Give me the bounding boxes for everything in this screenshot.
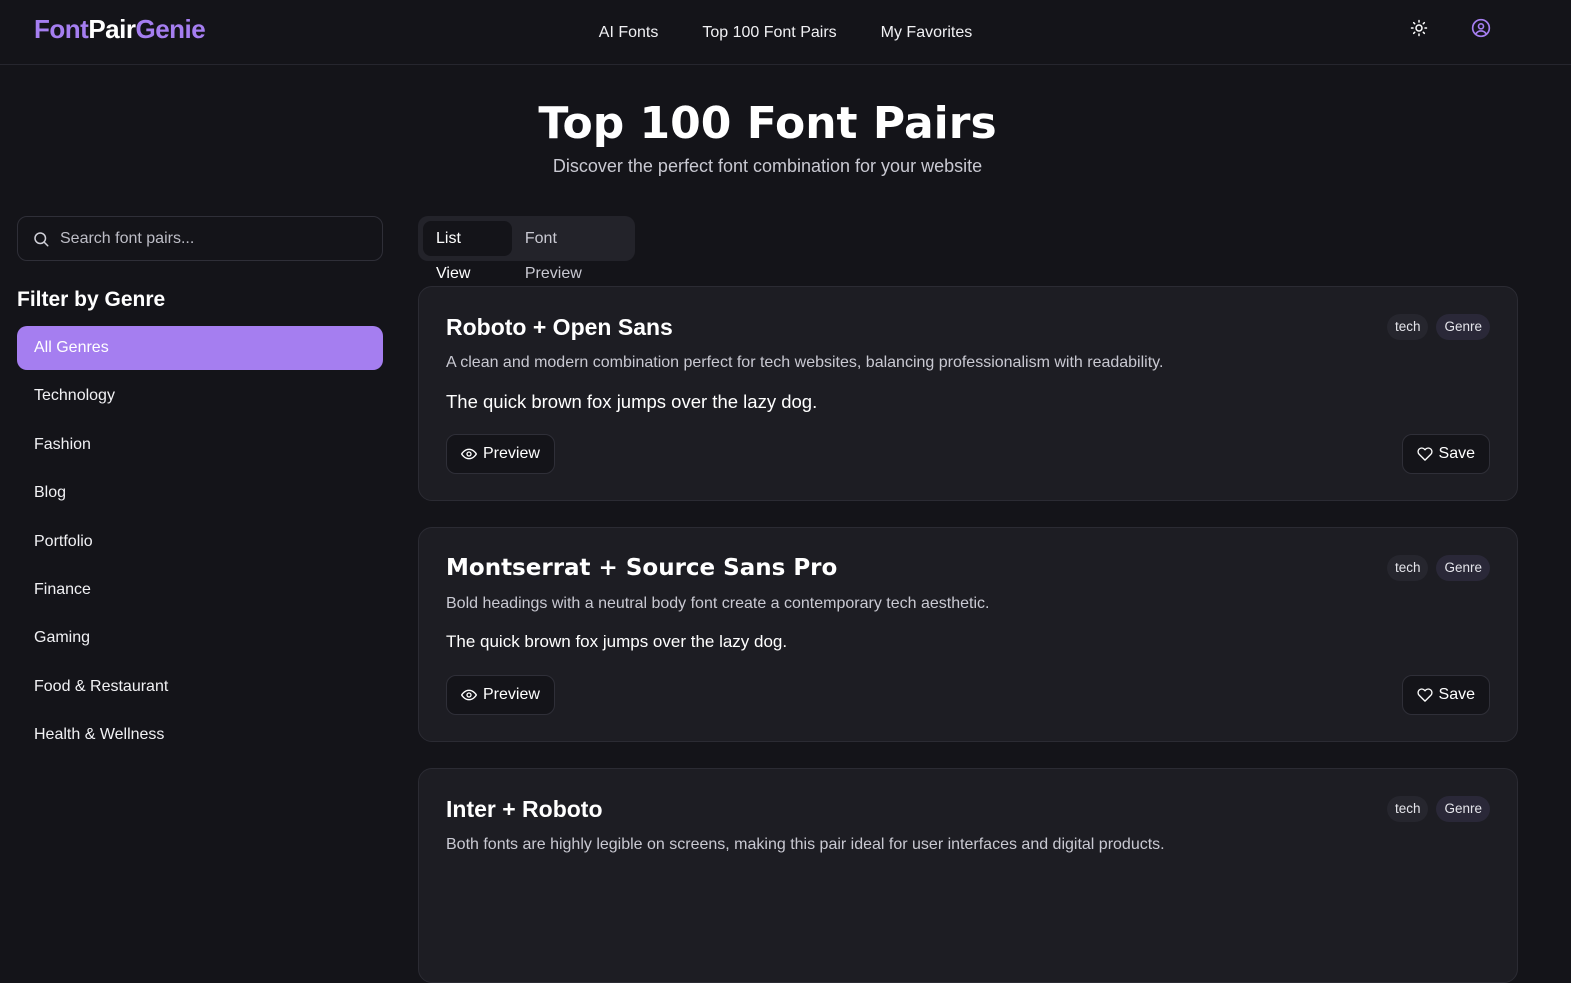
genre-blog[interactable]: Blog: [17, 471, 383, 515]
tab-list-view[interactable]: List View: [423, 221, 512, 282]
genre-fashion[interactable]: Fashion: [17, 423, 383, 467]
font-pair-name: Roboto + Open Sans: [446, 314, 673, 340]
heart-icon: [1416, 446, 1433, 462]
font-pair-card: Montserrat + Source Sans Pro tech Genre …: [418, 527, 1518, 742]
font-pair-card: Inter + Roboto tech Genre Both fonts are…: [418, 768, 1518, 983]
font-pair-card: Roboto + Open Sans tech Genre A clean an…: [418, 286, 1518, 501]
genre-badge: Genre: [1436, 796, 1490, 822]
tag-badge: tech: [1386, 555, 1429, 581]
logo-part-font: Font: [34, 14, 89, 44]
preview-button[interactable]: Preview: [446, 434, 555, 474]
save-button[interactable]: Save: [1401, 434, 1490, 474]
save-button[interactable]: Save: [1401, 675, 1490, 715]
search-input[interactable]: [60, 229, 382, 248]
genre-list: All Genres Technology Fashion Blog Portf…: [17, 326, 383, 762]
user-circle-icon[interactable]: [1470, 17, 1492, 39]
tag-badge: tech: [1386, 314, 1429, 340]
save-label: Save: [1438, 445, 1475, 462]
genre-badge: Genre: [1436, 314, 1490, 340]
filter-title: Filter by Genre: [17, 288, 166, 311]
genre-health-wellness[interactable]: Health & Wellness: [17, 713, 383, 757]
eye-icon: [461, 687, 477, 703]
heart-icon: [1416, 687, 1433, 703]
font-pair-name: Inter + Roboto: [446, 796, 603, 822]
eye-icon: [461, 446, 477, 462]
logo[interactable]: FontPairGenie: [34, 14, 206, 45]
page-title: Top 100 Font Pairs: [538, 98, 997, 149]
nav-ai-fonts[interactable]: AI Fonts: [599, 24, 659, 42]
tag-badge: tech: [1386, 796, 1429, 822]
genre-finance[interactable]: Finance: [17, 568, 383, 612]
tag-list: tech Genre: [1386, 555, 1490, 581]
font-pair-description: Both fonts are highly legible on screens…: [446, 836, 1165, 853]
search-icon: [32, 230, 50, 248]
preview-label: Preview: [483, 686, 540, 703]
genre-all[interactable]: All Genres: [17, 326, 383, 370]
sun-icon[interactable]: [1408, 17, 1430, 39]
genre-gaming[interactable]: Gaming: [17, 616, 383, 660]
logo-part-genie: Genie: [135, 14, 206, 44]
preview-label: Preview: [483, 445, 540, 462]
view-toggle: List View Font Preview: [418, 216, 635, 282]
logo-part-pair: Pair: [88, 14, 136, 44]
nav-favorites[interactable]: My Favorites: [881, 24, 973, 42]
tag-list: tech Genre: [1386, 796, 1490, 822]
font-pair-name: Montserrat + Source Sans Pro: [446, 555, 838, 581]
genre-portfolio[interactable]: Portfolio: [17, 520, 383, 564]
nav-top-100[interactable]: Top 100 Font Pairs: [702, 24, 836, 42]
top-header: FontPairGenie AI Fonts Top 100 Font Pair…: [0, 0, 1571, 65]
font-pair-sample: The quick brown fox jumps over the lazy …: [446, 391, 818, 412]
tab-font-preview[interactable]: Font Preview: [512, 221, 630, 282]
save-label: Save: [1438, 686, 1475, 703]
genre-technology[interactable]: Technology: [17, 374, 383, 418]
preview-button[interactable]: Preview: [446, 675, 555, 715]
font-pair-sample: The quick brown fox jumps over the lazy …: [446, 632, 788, 651]
page-subtitle: Discover the perfect font combination fo…: [552, 156, 983, 176]
tag-list: tech Genre: [1386, 314, 1490, 340]
genre-badge: Genre: [1436, 555, 1490, 581]
font-pair-description: A clean and modern combination perfect f…: [446, 354, 1164, 371]
font-pair-description: Bold headings with a neutral body font c…: [446, 595, 990, 612]
genre-food-restaurant[interactable]: Food & Restaurant: [17, 665, 383, 709]
search-box: [17, 216, 383, 261]
main-nav: AI Fonts Top 100 Font Pairs My Favorites: [0, 0, 1571, 65]
